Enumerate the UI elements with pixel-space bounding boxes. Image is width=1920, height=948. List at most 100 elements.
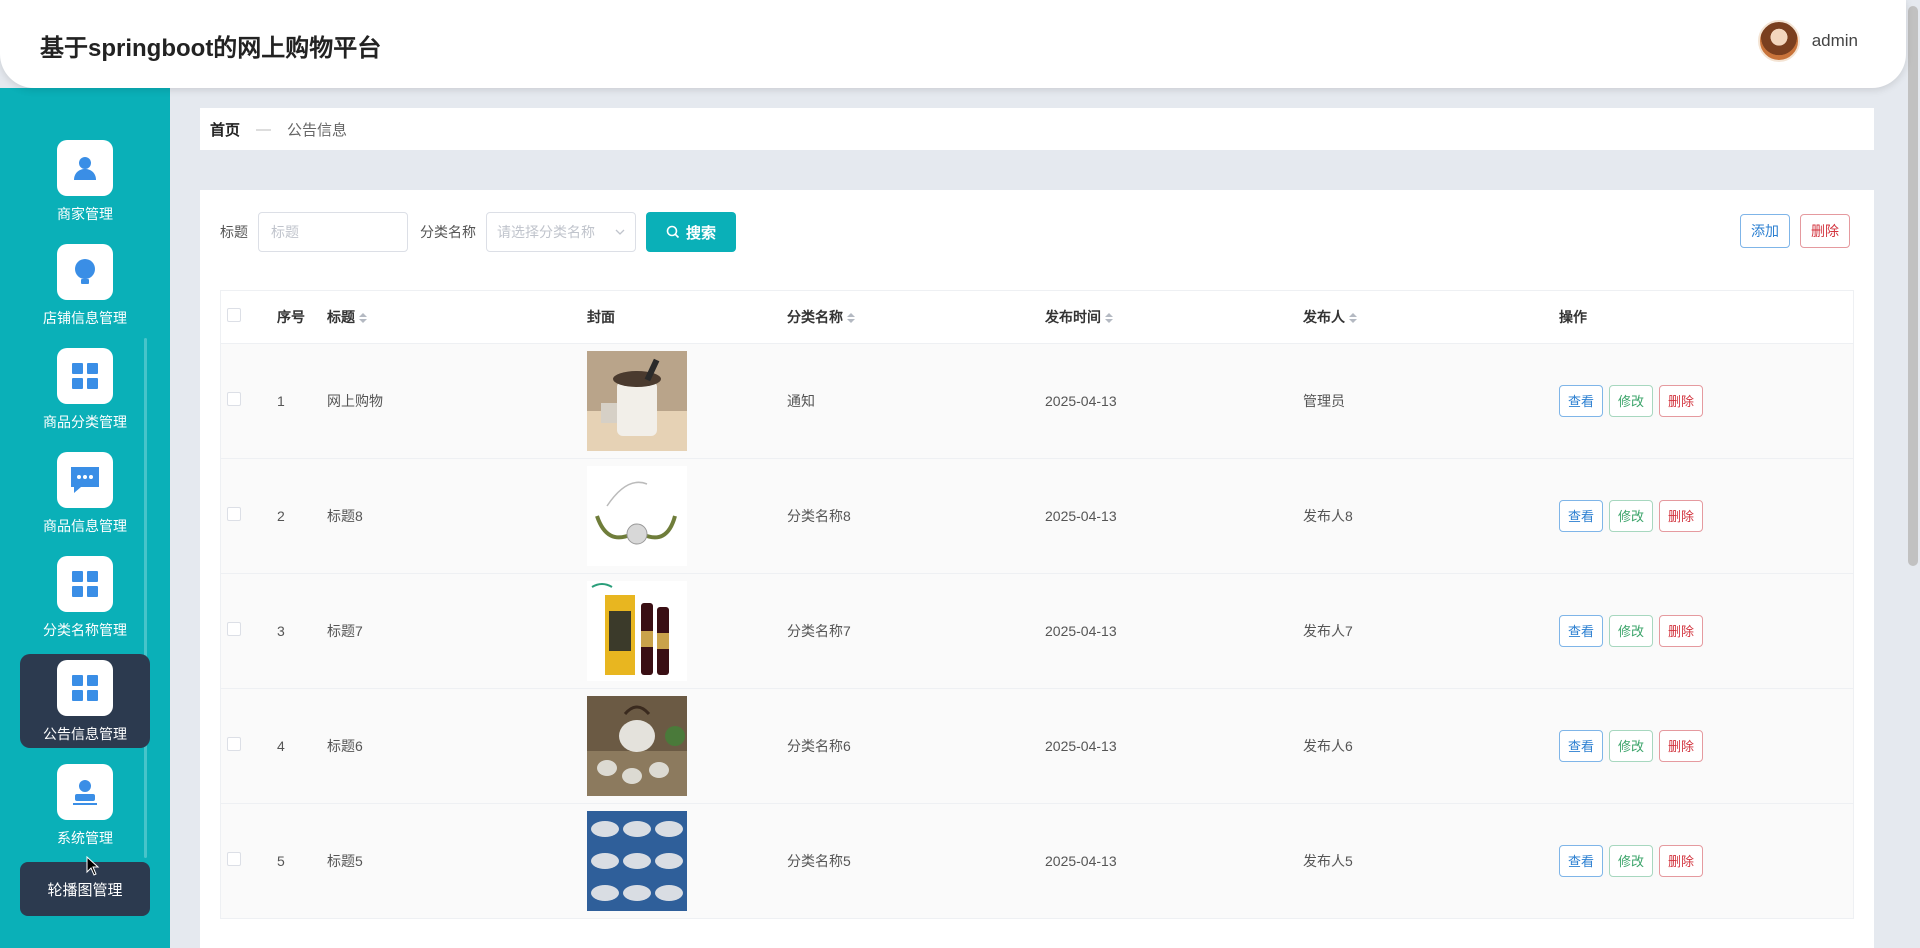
cell-title: 网上购物 <box>327 342 587 458</box>
view-button[interactable]: 查看 <box>1559 729 1604 762</box>
cover-image-bracelet[interactable] <box>587 465 687 566</box>
sidebar-item-product-info[interactable]: 商品信息管理 <box>20 446 150 540</box>
breadcrumb-separator: — <box>256 120 272 138</box>
delete-button[interactable]: 删除 <box>1659 614 1704 647</box>
sort-icon[interactable] <box>847 313 855 324</box>
row-checkbox[interactable] <box>227 622 241 636</box>
cell-index: 1 <box>277 342 327 458</box>
header-date-label: 发布时间 <box>1045 308 1101 325</box>
sidebar-item-label: 店铺信息管理 <box>43 310 127 326</box>
bulk-delete-button[interactable]: 删除 <box>1800 214 1850 248</box>
bulk-actions: 添加 删除 <box>1740 214 1850 248</box>
edit-button[interactable]: 修改 <box>1609 614 1654 647</box>
username[interactable]: admin <box>1812 31 1858 51</box>
category-select[interactable]: 请选择分类名称 <box>486 212 636 252</box>
row-actions: 查看 修改 删除 <box>1559 614 1853 647</box>
avatar[interactable] <box>1757 20 1800 62</box>
add-button[interactable]: 添加 <box>1740 214 1790 248</box>
cell-title: 标题8 <box>327 457 587 573</box>
sort-icon[interactable] <box>1349 313 1357 324</box>
cell-publisher: 发布人7 <box>1303 572 1559 688</box>
sidebar-item-announcement[interactable]: 公告信息管理 <box>20 654 150 748</box>
cover-image-fish[interactable] <box>587 810 687 911</box>
sidebar-item-label: 商品信息管理 <box>43 518 127 534</box>
sidebar-item-label: 分类名称管理 <box>43 622 127 638</box>
table-row: 2 标题8 分类名称8 2025-04-13 发布人8 查看 修改 删除 <box>221 457 1853 573</box>
view-button[interactable]: 查看 <box>1559 844 1604 877</box>
cover-image-wine[interactable] <box>587 580 687 681</box>
grid-icon <box>57 348 113 404</box>
cell-category: 分类名称7 <box>787 572 1045 688</box>
cell-title: 标题6 <box>327 687 587 803</box>
view-button[interactable]: 查看 <box>1559 614 1604 647</box>
app-title: 基于springboot的网上购物平台 <box>40 35 382 62</box>
sidebar-item-category-name[interactable]: 分类名称管理 <box>20 550 150 644</box>
cell-cover <box>587 572 787 688</box>
cell-publisher: 发布人8 <box>1303 457 1559 573</box>
row-checkbox[interactable] <box>227 392 241 406</box>
announcement-table: 序号 标题 封面 分类名称 发布时间 发布人 操作 1 网上购物 通知 2025… <box>220 290 1854 919</box>
row-checkbox[interactable] <box>227 852 241 867</box>
cell-date: 2025-04-13 <box>1045 457 1303 573</box>
edit-button[interactable]: 修改 <box>1609 844 1654 877</box>
edit-button[interactable]: 修改 <box>1609 384 1654 417</box>
header-title[interactable]: 标题 <box>327 291 587 343</box>
sidebar-item-system[interactable]: 系统管理 <box>20 758 150 852</box>
row-checkbox[interactable] <box>227 737 241 751</box>
search-button[interactable]: 搜索 <box>646 212 736 252</box>
page-scrollbar[interactable] <box>1908 6 1918 566</box>
header-category[interactable]: 分类名称 <box>787 291 1045 343</box>
cover-image-blender[interactable] <box>587 350 687 451</box>
cell-category: 分类名称8 <box>787 457 1045 573</box>
row-actions: 查看 修改 删除 <box>1559 729 1853 762</box>
search-button-label: 搜索 <box>685 224 716 242</box>
top-header: 基于springboot的网上购物平台 admin <box>0 0 1906 88</box>
row-actions: 查看 修改 删除 <box>1559 844 1853 877</box>
cover-image-teaset[interactable] <box>587 695 687 796</box>
breadcrumb-current: 公告信息 <box>287 121 348 139</box>
delete-button[interactable]: 删除 <box>1659 499 1704 532</box>
header-date[interactable]: 发布时间 <box>1045 291 1303 343</box>
sort-icon[interactable] <box>1105 313 1113 324</box>
sort-icon[interactable] <box>359 313 367 324</box>
row-checkbox[interactable] <box>227 507 241 521</box>
sidebar-item-label: 系统管理 <box>57 830 113 846</box>
cell-index: 5 <box>277 802 327 918</box>
cell-title: 标题5 <box>327 802 587 918</box>
cell-date: 2025-04-13 <box>1045 802 1303 918</box>
edit-button[interactable]: 修改 <box>1609 729 1654 762</box>
sidebar-item-label: 商品分类管理 <box>43 414 127 430</box>
cell-date: 2025-04-13 <box>1045 572 1303 688</box>
header-category-label: 分类名称 <box>787 308 843 325</box>
user-menu[interactable]: admin <box>1757 20 1858 62</box>
header-index: 序号 <box>277 291 327 343</box>
sidebar-item-merchant[interactable]: 商家管理 <box>20 134 150 228</box>
breadcrumb-home[interactable]: 首页 <box>210 119 240 140</box>
delete-button[interactable]: 删除 <box>1659 729 1704 762</box>
sidebar-item-store-info[interactable]: 店铺信息管理 <box>20 238 150 332</box>
title-search-input[interactable] <box>258 212 408 252</box>
delete-button[interactable]: 删除 <box>1659 384 1704 417</box>
header-publisher[interactable]: 发布人 <box>1303 291 1559 343</box>
cell-category: 通知 <box>787 342 1045 458</box>
header-publisher-label: 发布人 <box>1303 308 1345 325</box>
edit-button[interactable]: 修改 <box>1609 499 1654 532</box>
bulb-icon <box>57 244 113 300</box>
grid-icon <box>57 660 113 716</box>
delete-button[interactable]: 删除 <box>1659 844 1704 877</box>
cell-title: 标题7 <box>327 572 587 688</box>
title-filter-label: 标题 <box>220 224 248 240</box>
select-all-checkbox[interactable] <box>227 308 241 323</box>
cell-cover <box>587 457 787 573</box>
cell-date: 2025-04-13 <box>1045 687 1303 803</box>
cell-publisher: 发布人5 <box>1303 802 1559 918</box>
sidebar-tooltip-carousel[interactable]: 轮播图管理 <box>20 862 150 916</box>
cell-date: 2025-04-13 <box>1045 342 1303 458</box>
category-select-placeholder: 请选择分类名称 <box>497 224 595 240</box>
mouse-cursor-icon <box>86 856 100 876</box>
sidebar-item-product-category[interactable]: 商品分类管理 <box>20 342 150 436</box>
view-button[interactable]: 查看 <box>1559 499 1604 532</box>
grid-icon <box>57 556 113 612</box>
view-button[interactable]: 查看 <box>1559 384 1604 417</box>
search-icon <box>666 225 680 239</box>
